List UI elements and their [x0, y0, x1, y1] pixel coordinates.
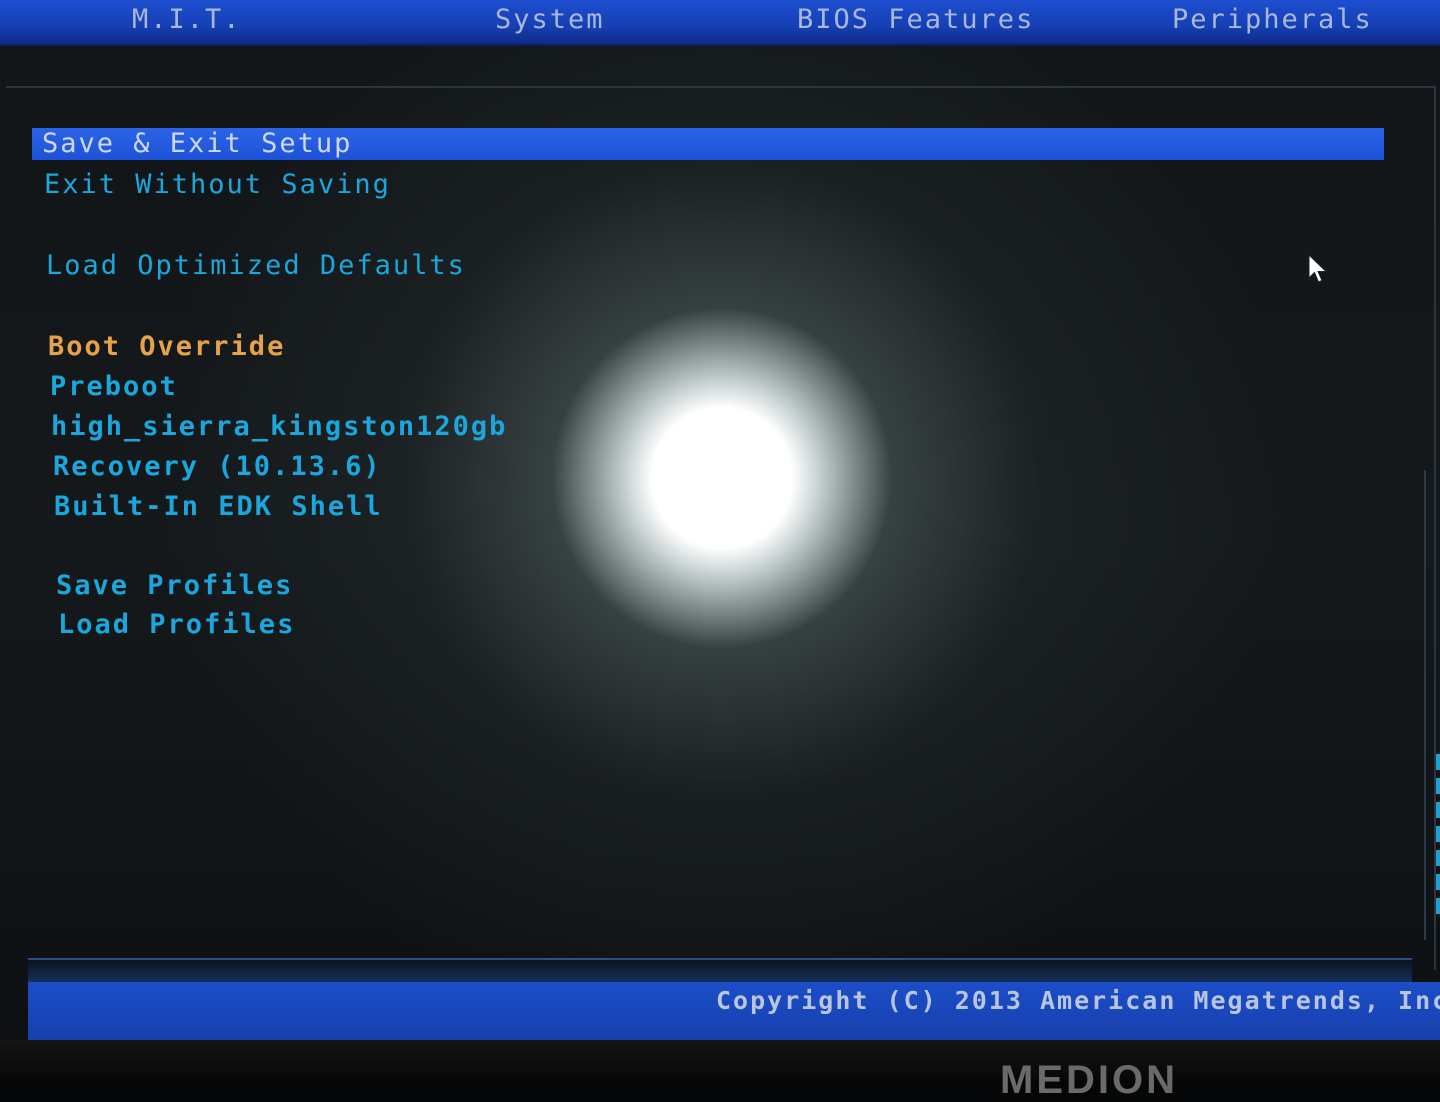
menu-item-load-optimized-defaults[interactable]: Load Optimized Defaults: [46, 249, 466, 283]
top-tab-bar: M.I.T. System BIOS Features Peripherals: [0, 0, 1440, 46]
strip-tick: [1436, 802, 1440, 818]
main-panel: [6, 86, 1436, 970]
menu-item-exit-without-saving[interactable]: Exit Without Saving: [44, 168, 391, 202]
tab-system[interactable]: System: [495, 4, 605, 35]
bottom-divider: [28, 958, 1412, 982]
strip-tick: [1436, 826, 1440, 842]
right-side-strip: [1424, 470, 1440, 940]
menu-item-save-profiles[interactable]: Save Profiles: [56, 569, 293, 603]
menu-item-load-profiles[interactable]: Load Profiles: [58, 608, 295, 642]
strip-tick: [1436, 754, 1440, 770]
strip-tick: [1436, 850, 1440, 866]
brand-logo: MEDION: [1000, 1058, 1178, 1102]
boot-override-heading: Boot Override: [48, 331, 286, 362]
boot-option-preboot[interactable]: Preboot: [50, 370, 178, 404]
monitor-bezel: [0, 1040, 1440, 1080]
copyright-text: Copyright (C) 2013 American Megatrends, …: [716, 986, 1440, 1015]
strip-tick: [1436, 874, 1440, 890]
menu-item-save-exit-setup[interactable]: Save & Exit Setup: [32, 128, 1384, 160]
tab-peripherals[interactable]: Peripherals: [1172, 4, 1373, 35]
boot-option-high-sierra[interactable]: high_sierra_kingston120gb: [51, 410, 507, 444]
boot-option-edk-shell[interactable]: Built-In EDK Shell: [54, 490, 383, 524]
boot-option-recovery[interactable]: Recovery (10.13.6): [53, 450, 382, 484]
mouse-pointer-icon: [1308, 254, 1328, 283]
strip-tick: [1436, 898, 1440, 914]
strip-tick: [1436, 778, 1440, 794]
bios-screen: M.I.T. System BIOS Features Peripherals …: [0, 0, 1440, 1100]
tab-mit[interactable]: M.I.T.: [132, 4, 242, 35]
tab-bios-features[interactable]: BIOS Features: [797, 4, 1034, 35]
